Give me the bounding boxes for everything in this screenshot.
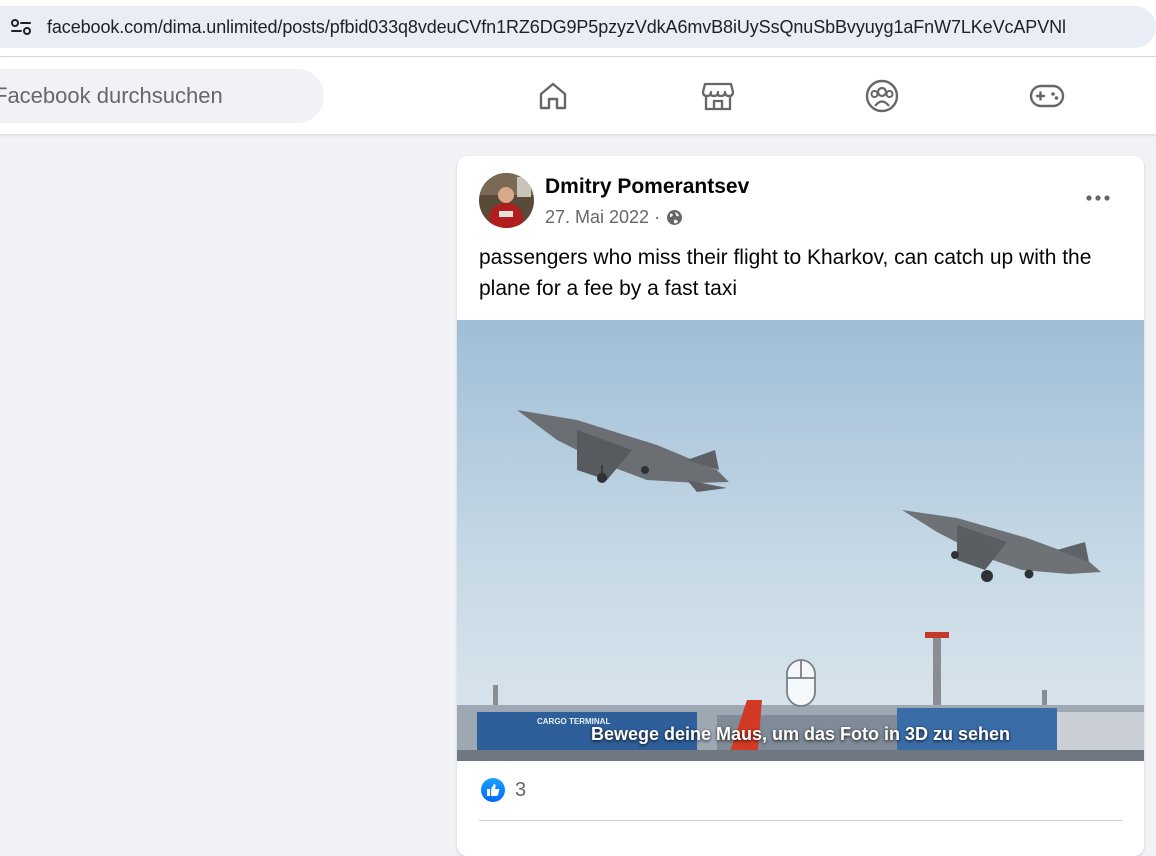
post-text: passengers who miss their flight to Khar… [479,246,1092,300]
post-card: Dmitry Pomerantsev 27. Mai 2022 · passen… [457,156,1144,856]
home-icon [539,82,567,110]
address-bar[interactable]: facebook.com/dima.unlimited/posts/pfbid0… [0,6,1156,48]
facebook-header [0,57,1156,134]
like-reaction-icon [481,778,505,802]
groups-icon [865,79,899,113]
mouse-icon [786,659,816,707]
photo-3d-hint: Bewege deine Maus, um das Foto in 3D zu … [590,724,1011,744]
nav-gaming-button[interactable] [1027,76,1067,116]
gaming-icon [1029,84,1065,108]
post-meta: 27. Mai 2022 · [545,207,683,228]
author-name[interactable]: Dmitry Pomerantsev [545,175,749,199]
more-horizontal-icon [1086,195,1110,201]
search-input[interactable] [0,69,324,123]
browser-toolbar: facebook.com/dima.unlimited/posts/pfbid0… [0,0,1156,57]
globe-icon[interactable] [666,209,683,226]
post-date[interactable]: 27. Mai 2022 [545,207,649,228]
nav-marketplace-button[interactable] [698,76,738,116]
url-text[interactable]: facebook.com/dima.unlimited/posts/pfbid0… [47,17,1066,38]
nav-groups-button[interactable] [862,76,902,116]
post-divider [479,820,1122,821]
meta-separator: · [654,207,661,227]
author-avatar[interactable] [479,173,534,228]
nav-home-button[interactable] [533,76,573,116]
reactions-summary[interactable]: 3 [481,778,526,802]
post-photo[interactable]: CARGO TERMINAL Bewege deine Maus, um das… [457,320,1144,761]
more-options-button[interactable] [1079,180,1117,216]
site-settings-icon[interactable] [8,15,34,39]
marketplace-icon [701,82,735,111]
reaction-count: 3 [515,778,527,801]
